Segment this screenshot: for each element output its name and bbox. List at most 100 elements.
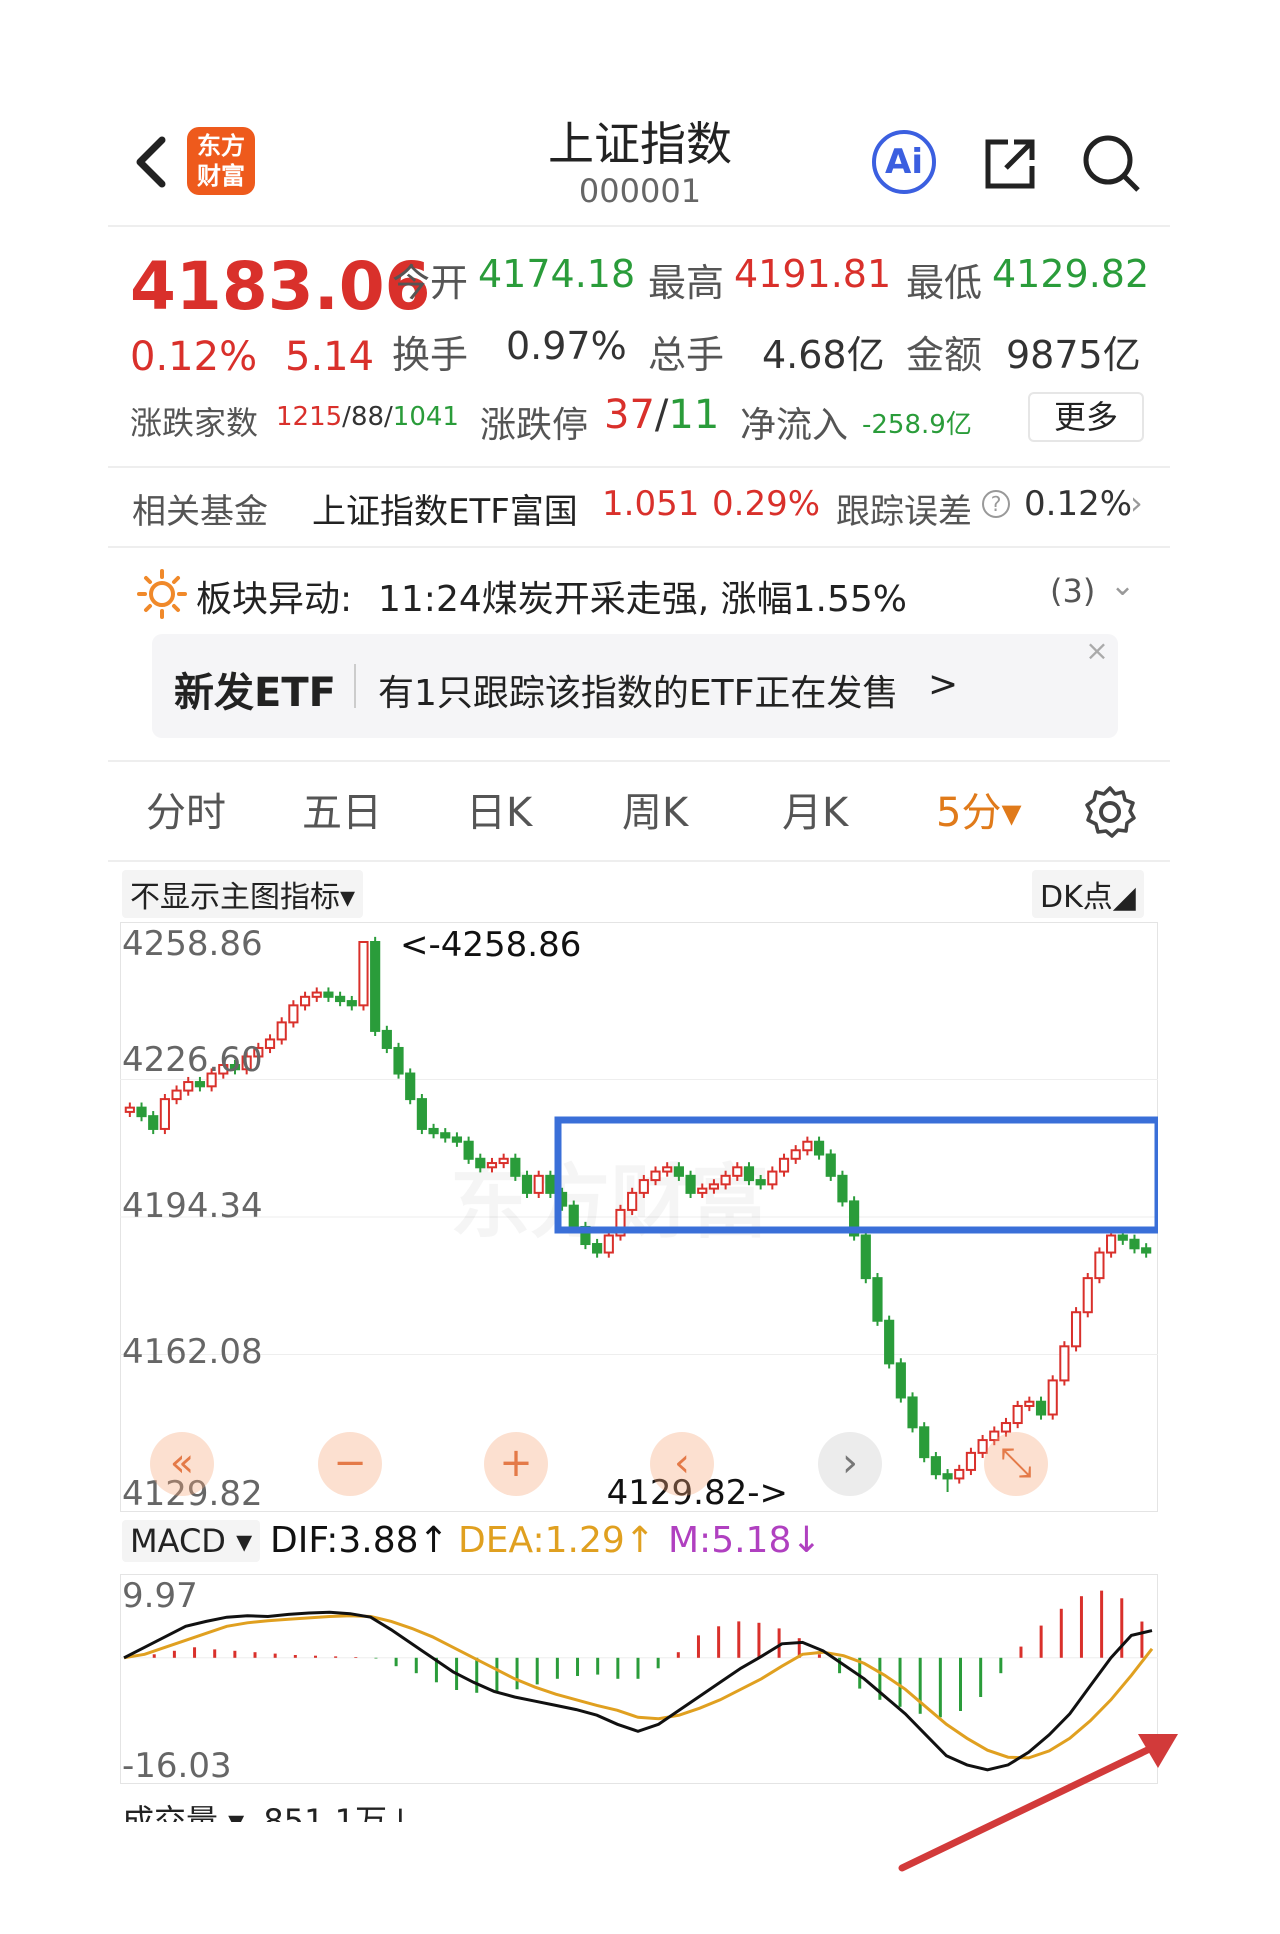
- candle-up: [965, 1451, 977, 1471]
- open-value: 4174.18: [478, 252, 636, 296]
- sun-icon: [137, 569, 187, 619]
- scroll-right-button[interactable]: ›: [818, 1432, 882, 1496]
- help-icon[interactable]: ?: [982, 490, 1010, 518]
- dk-point-toggle[interactable]: DK点◢: [1032, 870, 1144, 918]
- candle-up: [1000, 1422, 1012, 1433]
- candle-down: [194, 1081, 206, 1088]
- sector-alert-row[interactable]: 板块异动: 11:24煤炭开采走强, 涨幅1.55% (3) ⌄: [108, 560, 1170, 626]
- sector-alert-text: 11:24煤炭开采走强, 涨幅1.55%: [378, 579, 907, 620]
- candle-down: [451, 1136, 463, 1143]
- separator: /: [342, 402, 351, 432]
- etf-tag-divider: [354, 664, 356, 708]
- etf-banner[interactable]: 新发ETF 有1只跟踪该指数的ETF正在发售 > ×: [152, 634, 1118, 738]
- candle-up: [183, 1081, 194, 1092]
- candle-up: [1047, 1379, 1058, 1416]
- tab-five-day[interactable]: 五日: [302, 780, 382, 838]
- ai-button[interactable]: Ai: [872, 130, 936, 194]
- current-price: 4183.06: [130, 248, 431, 325]
- back-button[interactable]: [128, 132, 172, 192]
- candle-up: [1012, 1404, 1023, 1425]
- zoom-in-button[interactable]: +: [484, 1432, 548, 1496]
- candle-down: [837, 1174, 848, 1203]
- candle-down: [335, 995, 346, 1003]
- related-fund-row[interactable]: 相关基金 上证指数ETF富国 1.051 0.29% 跟踪误差 ? 0.12% …: [108, 478, 1170, 540]
- high-label: 最高: [648, 261, 725, 305]
- candle-up: [697, 1187, 708, 1194]
- scroll-left-button[interactable]: ‹: [650, 1432, 714, 1496]
- tracking-value: 0.12%: [1024, 484, 1133, 524]
- open-label: 今开: [392, 261, 469, 305]
- candle-down: [1035, 1400, 1047, 1416]
- zoom-out-button[interactable]: −: [318, 1432, 382, 1496]
- app-logo: 东方 财富: [187, 127, 255, 195]
- tab-monthly-k[interactable]: 月K: [782, 780, 848, 838]
- down-count: 1041: [392, 402, 459, 432]
- volume-value: 4.68亿: [762, 333, 885, 377]
- candle-up: [650, 1170, 661, 1182]
- macd-select[interactable]: MACD ▾: [122, 1520, 261, 1562]
- candle-up: [802, 1140, 813, 1152]
- scroll-start-button[interactable]: «: [150, 1432, 214, 1496]
- y-axis-label: 4258.86: [122, 924, 263, 964]
- candle-up: [299, 995, 311, 1007]
- share-button[interactable]: [980, 134, 1040, 194]
- change-value: 5.14: [285, 334, 375, 380]
- macd-y-min: -16.03: [122, 1746, 232, 1786]
- macd-dea: DEA:1.29↑: [458, 1520, 655, 1561]
- separator: /: [654, 392, 669, 438]
- candlestick-chart[interactable]: 东方财富 <-4258.86 4129.82->: [120, 922, 1158, 1512]
- banner-divider: [108, 760, 1170, 762]
- tab-daily-k[interactable]: 日K: [466, 780, 532, 838]
- candle-up: [276, 1021, 287, 1041]
- chart-settings-button[interactable]: [1082, 784, 1138, 840]
- search-icon: [1083, 135, 1140, 192]
- chevron-down-icon[interactable]: ⌄: [1110, 568, 1135, 603]
- y-axis-label: 4162.08: [122, 1332, 263, 1372]
- candle-down: [592, 1243, 603, 1254]
- main-indicator-select[interactable]: 不显示主图指标▾: [122, 870, 364, 918]
- candle-down: [323, 991, 334, 998]
- candle-up: [720, 1174, 731, 1186]
- candle-up: [767, 1170, 778, 1186]
- candle-down: [860, 1234, 871, 1280]
- candle-up: [171, 1089, 182, 1101]
- fund-percent: 0.29%: [712, 484, 821, 524]
- candle-down: [919, 1426, 930, 1459]
- candle-down: [930, 1456, 941, 1476]
- tab-weekly-k[interactable]: 周K: [622, 780, 688, 838]
- volume-header: 成交量 ▾ 851.1万↓: [122, 1796, 414, 1822]
- etf-tag: 新发ETF: [174, 670, 336, 716]
- low-label: 最低: [906, 261, 983, 305]
- candle-down: [813, 1140, 825, 1156]
- tabs-divider: [108, 860, 1170, 862]
- candle-up: [662, 1166, 673, 1173]
- candle-up: [124, 1106, 135, 1113]
- tab-intraday[interactable]: 分时: [146, 780, 226, 838]
- candle-down: [463, 1140, 474, 1160]
- volume-select[interactable]: 成交量 ▾: [122, 1802, 244, 1822]
- change-percent: 0.12%: [130, 334, 258, 380]
- chevron-right-icon: ›: [1130, 484, 1143, 522]
- tab-five-minute[interactable]: 5分▾: [936, 780, 1022, 838]
- y-axis-label: 4226.60: [122, 1040, 263, 1080]
- candle-down: [428, 1127, 439, 1135]
- etf-banner-text: 有1只跟踪该指数的ETF正在发售: [378, 673, 899, 714]
- volume-label: 总手: [648, 333, 725, 377]
- candle-down: [416, 1098, 427, 1130]
- candle-down: [825, 1153, 836, 1177]
- close-icon[interactable]: ×: [1076, 634, 1118, 672]
- gear-icon: [1085, 786, 1136, 838]
- candle-up: [732, 1166, 743, 1177]
- candle-up: [498, 1157, 509, 1165]
- limit-values: 37/11: [604, 392, 719, 438]
- macd-y-max: 9.97: [122, 1576, 198, 1616]
- macd-m: M:5.18↓: [668, 1520, 822, 1561]
- fullscreen-button[interactable]: ⤡: [984, 1432, 1048, 1496]
- search-button[interactable]: [1080, 132, 1144, 196]
- more-button[interactable]: 更多: [1028, 392, 1144, 442]
- candle-up: [1024, 1400, 1035, 1407]
- stock-code: 000001: [578, 172, 702, 210]
- candle-up: [790, 1149, 801, 1160]
- breadth-label: 涨跌家数: [130, 404, 259, 442]
- inflow-label: 净流入: [740, 405, 849, 446]
